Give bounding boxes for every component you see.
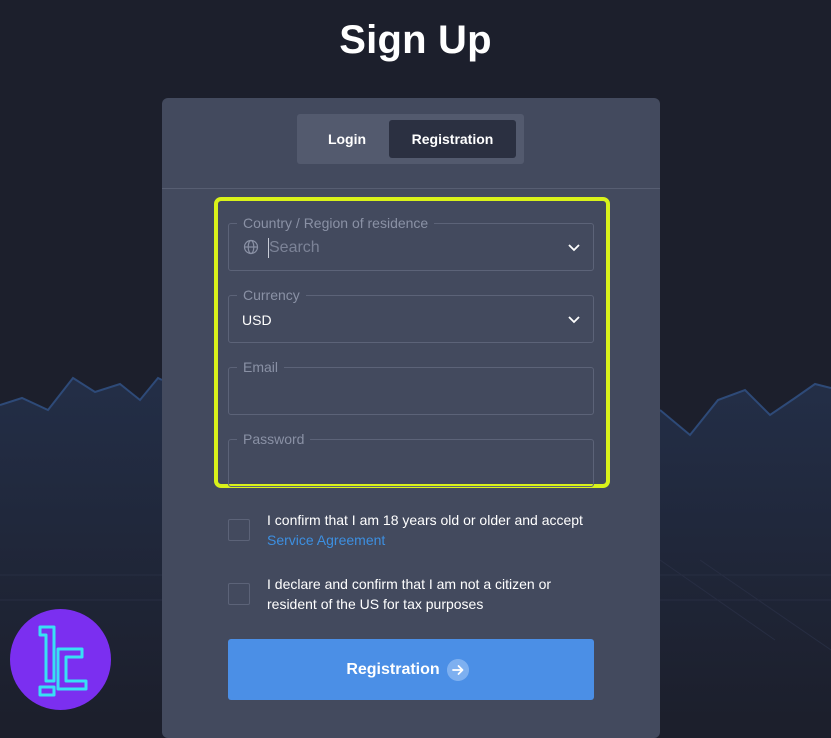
arrow-right-icon — [447, 659, 469, 681]
chevron-down-icon[interactable] — [567, 314, 581, 324]
password-field[interactable]: Password — [228, 431, 594, 487]
registration-button-label: Registration — [346, 661, 440, 678]
age-consent-checkbox[interactable] — [228, 519, 250, 541]
email-legend: Email — [237, 359, 285, 375]
tab-registration[interactable]: Registration — [389, 120, 516, 158]
chevron-down-icon[interactable] — [567, 242, 581, 252]
registration-button[interactable]: Registration — [228, 639, 594, 700]
auth-tabs: Login Registration — [297, 114, 524, 164]
password-legend: Password — [237, 431, 311, 447]
country-search-input[interactable]: Search — [269, 238, 320, 258]
currency-legend: Currency — [237, 287, 306, 303]
country-select[interactable]: Country / Region of residence Search — [228, 215, 594, 271]
age-consent-label: I confirm that I am 18 years old or olde… — [267, 512, 583, 528]
currency-select[interactable]: Currency USD — [228, 287, 594, 343]
age-consent-text: I confirm that I am 18 years old or olde… — [267, 510, 597, 550]
brand-logo — [10, 609, 111, 710]
page-title: Sign Up — [339, 18, 492, 62]
us-consent-label: I declare and confirm that I am not a ci… — [267, 576, 552, 612]
service-agreement-link[interactable]: Service Agreement — [267, 532, 385, 548]
signup-card: Login Registration Country / Region of r… — [162, 98, 660, 738]
email-field[interactable]: Email — [228, 359, 594, 415]
divider — [162, 188, 660, 189]
tab-login[interactable]: Login — [303, 120, 391, 158]
country-legend: Country / Region of residence — [237, 215, 435, 231]
currency-value: USD — [242, 312, 272, 328]
globe-icon — [243, 239, 259, 255]
background-area-right — [660, 384, 831, 719]
us-consent-checkbox[interactable] — [228, 583, 250, 605]
